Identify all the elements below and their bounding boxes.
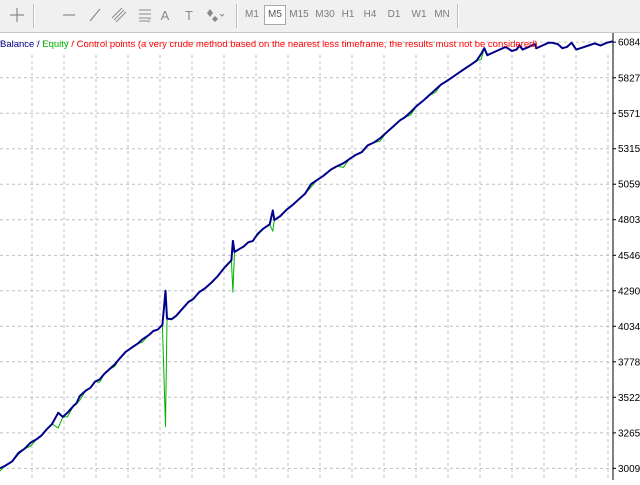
chart-legend: Balance / Equity / Control points (a ver…	[0, 38, 538, 52]
y-tick-label: 5315	[618, 144, 640, 155]
timeframe-m1-button[interactable]: M1	[241, 5, 263, 25]
legend-separator: /	[68, 39, 77, 50]
y-tick-label: 6084	[618, 38, 640, 49]
y-tick-label: 3778	[618, 357, 640, 368]
y-tick-label: 3009	[618, 464, 640, 475]
toolbar-separator	[457, 4, 459, 28]
y-tick-label: 3522	[618, 393, 640, 404]
timeframe-w1-button[interactable]: W1	[408, 5, 430, 25]
chart-toolbar: F A T M1 M5 M15 M30 H1 H4 D1 W1 MN	[0, 0, 640, 33]
y-tick-label: 5571	[618, 109, 640, 120]
chart-canvas: 6084 5827 5571 5315 5059 4803 4546 4290 4034 3778…	[0, 33, 640, 480]
crosshair-icon[interactable]	[6, 4, 28, 26]
y-tick-label: 3265	[618, 428, 640, 439]
balance-series-line	[0, 40, 614, 470]
equity-chart[interactable]: 6084 5827 5571 5315 5059 4803 4546 4290 4034 3778…	[0, 33, 640, 480]
shapes-icon[interactable]	[204, 4, 226, 26]
legend-control-points-label: Control points (a very crude method base…	[76, 39, 538, 50]
timeframe-h4-button[interactable]: H4	[360, 5, 380, 25]
equity-series-line	[0, 40, 614, 472]
y-tick-label: 4546	[618, 251, 640, 262]
fibonacci-icon[interactable]: F	[134, 4, 156, 26]
horizontal-line-icon[interactable]	[58, 4, 80, 26]
svg-text:F: F	[148, 19, 151, 24]
timeframe-m5-button[interactable]: M5	[264, 5, 286, 25]
equidistant-channel-icon[interactable]	[108, 4, 130, 26]
price-axis: 6084 5827 5571 5315 5059 4803 4546 4290 4034 3778…	[613, 38, 640, 475]
timeframe-h1-button[interactable]: H1	[338, 5, 358, 25]
timeframe-mn-button[interactable]: MN	[431, 5, 453, 25]
toolbar-separator	[236, 4, 238, 28]
legend-equity-label: Equity	[42, 39, 69, 50]
y-tick-label: 5827	[618, 73, 640, 84]
y-tick-label: 5059	[618, 180, 640, 191]
chart-series	[0, 40, 614, 472]
timeframe-m15-button[interactable]: M15	[287, 5, 311, 25]
timeframe-m30-button[interactable]: M30	[312, 5, 338, 25]
timeframe-d1-button[interactable]: D1	[384, 5, 404, 25]
y-tick-label: 4034	[618, 322, 640, 333]
y-tick-label: 4290	[618, 286, 640, 297]
chart-grid	[0, 41, 613, 480]
text-icon[interactable]: A	[154, 4, 176, 26]
trendline-icon[interactable]	[84, 4, 106, 26]
text-label-icon[interactable]: T	[178, 4, 200, 26]
y-tick-label: 4803	[618, 215, 640, 226]
legend-balance-label: Balance	[0, 39, 35, 50]
toolbar-separator	[33, 4, 35, 28]
